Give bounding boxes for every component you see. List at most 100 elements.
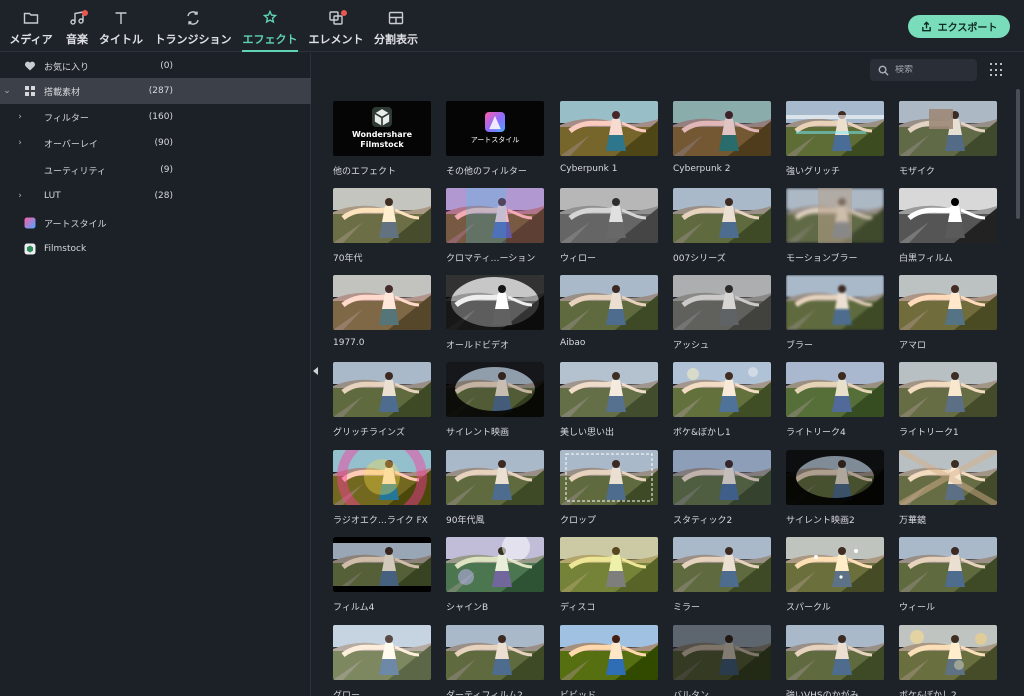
effect-thumbnail: [786, 450, 884, 505]
sidebar-item-label: LUT: [44, 191, 61, 201]
effect-thumbnail: [673, 362, 771, 417]
art-style-icon: [24, 217, 36, 229]
effect-tile[interactable]: シャインB: [446, 537, 544, 613]
chevron-right-icon[interactable]: ›: [15, 191, 25, 201]
tab-elements[interactable]: エレメント: [309, 6, 364, 50]
chevron-down-icon[interactable]: ⌄: [2, 86, 12, 96]
tab-music[interactable]: 音楽: [64, 6, 90, 50]
effect-thumbnail: [446, 450, 544, 505]
effect-thumbnail: [673, 275, 771, 330]
sidebar-item-builtin[interactable]: ⌄ 搭載素材 (287): [0, 78, 311, 104]
effect-tile[interactable]: オールドビデオ: [446, 275, 544, 351]
chevron-right-icon[interactable]: ›: [15, 112, 25, 122]
effect-thumbnail: [673, 450, 771, 505]
effect-tile[interactable]: アートスタイル その他のフィルター: [446, 101, 544, 177]
effect-tile[interactable]: スパークル: [786, 537, 884, 613]
sidebar-item-count: (0): [160, 61, 173, 71]
export-icon: [921, 21, 931, 32]
collapse-panel-icon[interactable]: [313, 367, 318, 375]
effect-tile[interactable]: モザイク: [899, 101, 997, 177]
effect-tile[interactable]: スタティック2: [673, 450, 771, 526]
effect-name: シャインB: [446, 603, 489, 613]
effect-name: 強いグリッチ: [786, 167, 841, 177]
effect-tile[interactable]: 万華鏡: [899, 450, 997, 526]
tab-titles[interactable]: タイトル: [99, 6, 143, 50]
effect-name: Cyberpunk 2: [673, 164, 731, 174]
effect-thumbnail: [446, 537, 544, 592]
effect-tile[interactable]: サイレント映画: [446, 362, 544, 438]
effect-name: アッシュ: [673, 341, 710, 351]
effect-tile[interactable]: Aibao: [560, 275, 658, 348]
effect-thumbnail: [899, 101, 997, 156]
effect-tile[interactable]: 白黒フィルム: [899, 188, 997, 264]
effect-tile[interactable]: Cyberpunk 1: [560, 101, 658, 174]
effect-tile[interactable]: ライトリーク4: [786, 362, 884, 438]
effect-name: 万華鏡: [899, 516, 927, 526]
effect-name: 強いVHSのかがみ: [786, 691, 859, 696]
effect-tile[interactable]: Wondershare Filmstock 他のエフェクト: [333, 101, 431, 177]
effect-tile[interactable]: 90年代風: [446, 450, 544, 526]
sidebar-item-favorites[interactable]: お気に入り (0): [0, 53, 311, 79]
sidebar-item-lut[interactable]: › LUT (28): [0, 183, 311, 209]
effect-tile[interactable]: ビビッド: [560, 625, 658, 696]
sidebar-item-utility[interactable]: ユーティリティ (9): [0, 157, 311, 183]
tab-media[interactable]: メディア: [9, 6, 53, 50]
effect-thumbnail: [333, 362, 431, 417]
effect-tile[interactable]: グリッチラインズ: [333, 362, 431, 438]
effect-name: グリッチラインズ: [333, 428, 405, 438]
effect-tile[interactable]: ミラー: [673, 537, 771, 613]
tab-split-screen[interactable]: 分割表示: [374, 6, 418, 50]
effect-tile[interactable]: ラジオエク…ライク FX: [333, 450, 431, 526]
effect-tile[interactable]: 70年代: [333, 188, 431, 264]
effect-tile[interactable]: ウィール: [899, 537, 997, 613]
effect-tile[interactable]: Cyberpunk 2: [673, 101, 771, 174]
category-sidebar: お気に入り (0) ⌄ 搭載素材 (287) › フィルター (160) › オ…: [0, 53, 311, 696]
effect-tile[interactable]: ライトリーク1: [899, 362, 997, 438]
effect-tile[interactable]: 強いVHSのかがみ: [786, 625, 884, 696]
notification-badge: [82, 10, 88, 16]
grid-view-icon[interactable]: [990, 63, 1004, 77]
effect-tile[interactable]: ディスコ: [560, 537, 658, 613]
effect-tile[interactable]: ブラー: [786, 275, 884, 351]
effect-name: ミラー: [673, 603, 701, 613]
effect-name: サイレント映画: [446, 428, 510, 438]
search-box[interactable]: [870, 59, 977, 81]
sidebar-item-filters[interactable]: › フィルター (160): [0, 104, 311, 130]
effect-tile[interactable]: ボケ&ぼかし1: [673, 362, 771, 438]
effect-tile[interactable]: 007シリーズ: [673, 188, 771, 264]
tab-titles-label: タイトル: [99, 33, 143, 46]
effect-thumbnail: [673, 625, 771, 680]
effect-tile[interactable]: 1977.0: [333, 275, 431, 348]
scrollbar-thumb[interactable]: [1016, 89, 1020, 219]
effect-tile[interactable]: ダーティフィルム2: [446, 625, 544, 696]
effect-tile[interactable]: クロップ: [560, 450, 658, 526]
effect-thumbnail: [560, 275, 658, 330]
effect-thumbnail: [899, 537, 997, 592]
effect-name: ディスコ: [560, 603, 596, 613]
effect-tile[interactable]: フィルム4: [333, 537, 431, 613]
export-button[interactable]: エクスポート: [908, 15, 1010, 38]
sidebar-item-label: お気に入り: [44, 62, 90, 73]
effect-tile[interactable]: クロマティ…ーション: [446, 188, 544, 264]
effect-tile[interactable]: 美しい思い出: [560, 362, 658, 438]
art-style-logo-icon: [485, 112, 505, 132]
effect-tile[interactable]: サイレント映画2: [786, 450, 884, 526]
sidebar-item-label: オーバーレイ: [44, 139, 98, 150]
tab-transitions[interactable]: トランジション: [155, 6, 232, 50]
tab-split-screen-label: 分割表示: [374, 33, 418, 46]
effect-tile[interactable]: 強いグリッチ: [786, 101, 884, 177]
effect-thumbnail: [786, 625, 884, 680]
effect-tile[interactable]: グロー: [333, 625, 431, 696]
search-input[interactable]: [895, 65, 965, 75]
effect-tile[interactable]: モーションブラー: [786, 188, 884, 264]
sidebar-item-art-style[interactable]: アートスタイル: [0, 210, 311, 236]
effect-tile[interactable]: アッシュ: [673, 275, 771, 351]
tab-effects[interactable]: エフェクト: [242, 6, 298, 52]
effect-tile[interactable]: バルタン: [673, 625, 771, 696]
sidebar-item-filmstock[interactable]: Filmstock: [0, 236, 311, 262]
effect-tile[interactable]: アマロ: [899, 275, 997, 351]
effect-tile[interactable]: ボケ&ぼかし2: [899, 625, 997, 696]
chevron-right-icon[interactable]: ›: [15, 138, 25, 148]
effect-tile[interactable]: ウィロー: [560, 188, 658, 264]
sidebar-item-overlays[interactable]: › オーバーレイ (90): [0, 130, 311, 156]
